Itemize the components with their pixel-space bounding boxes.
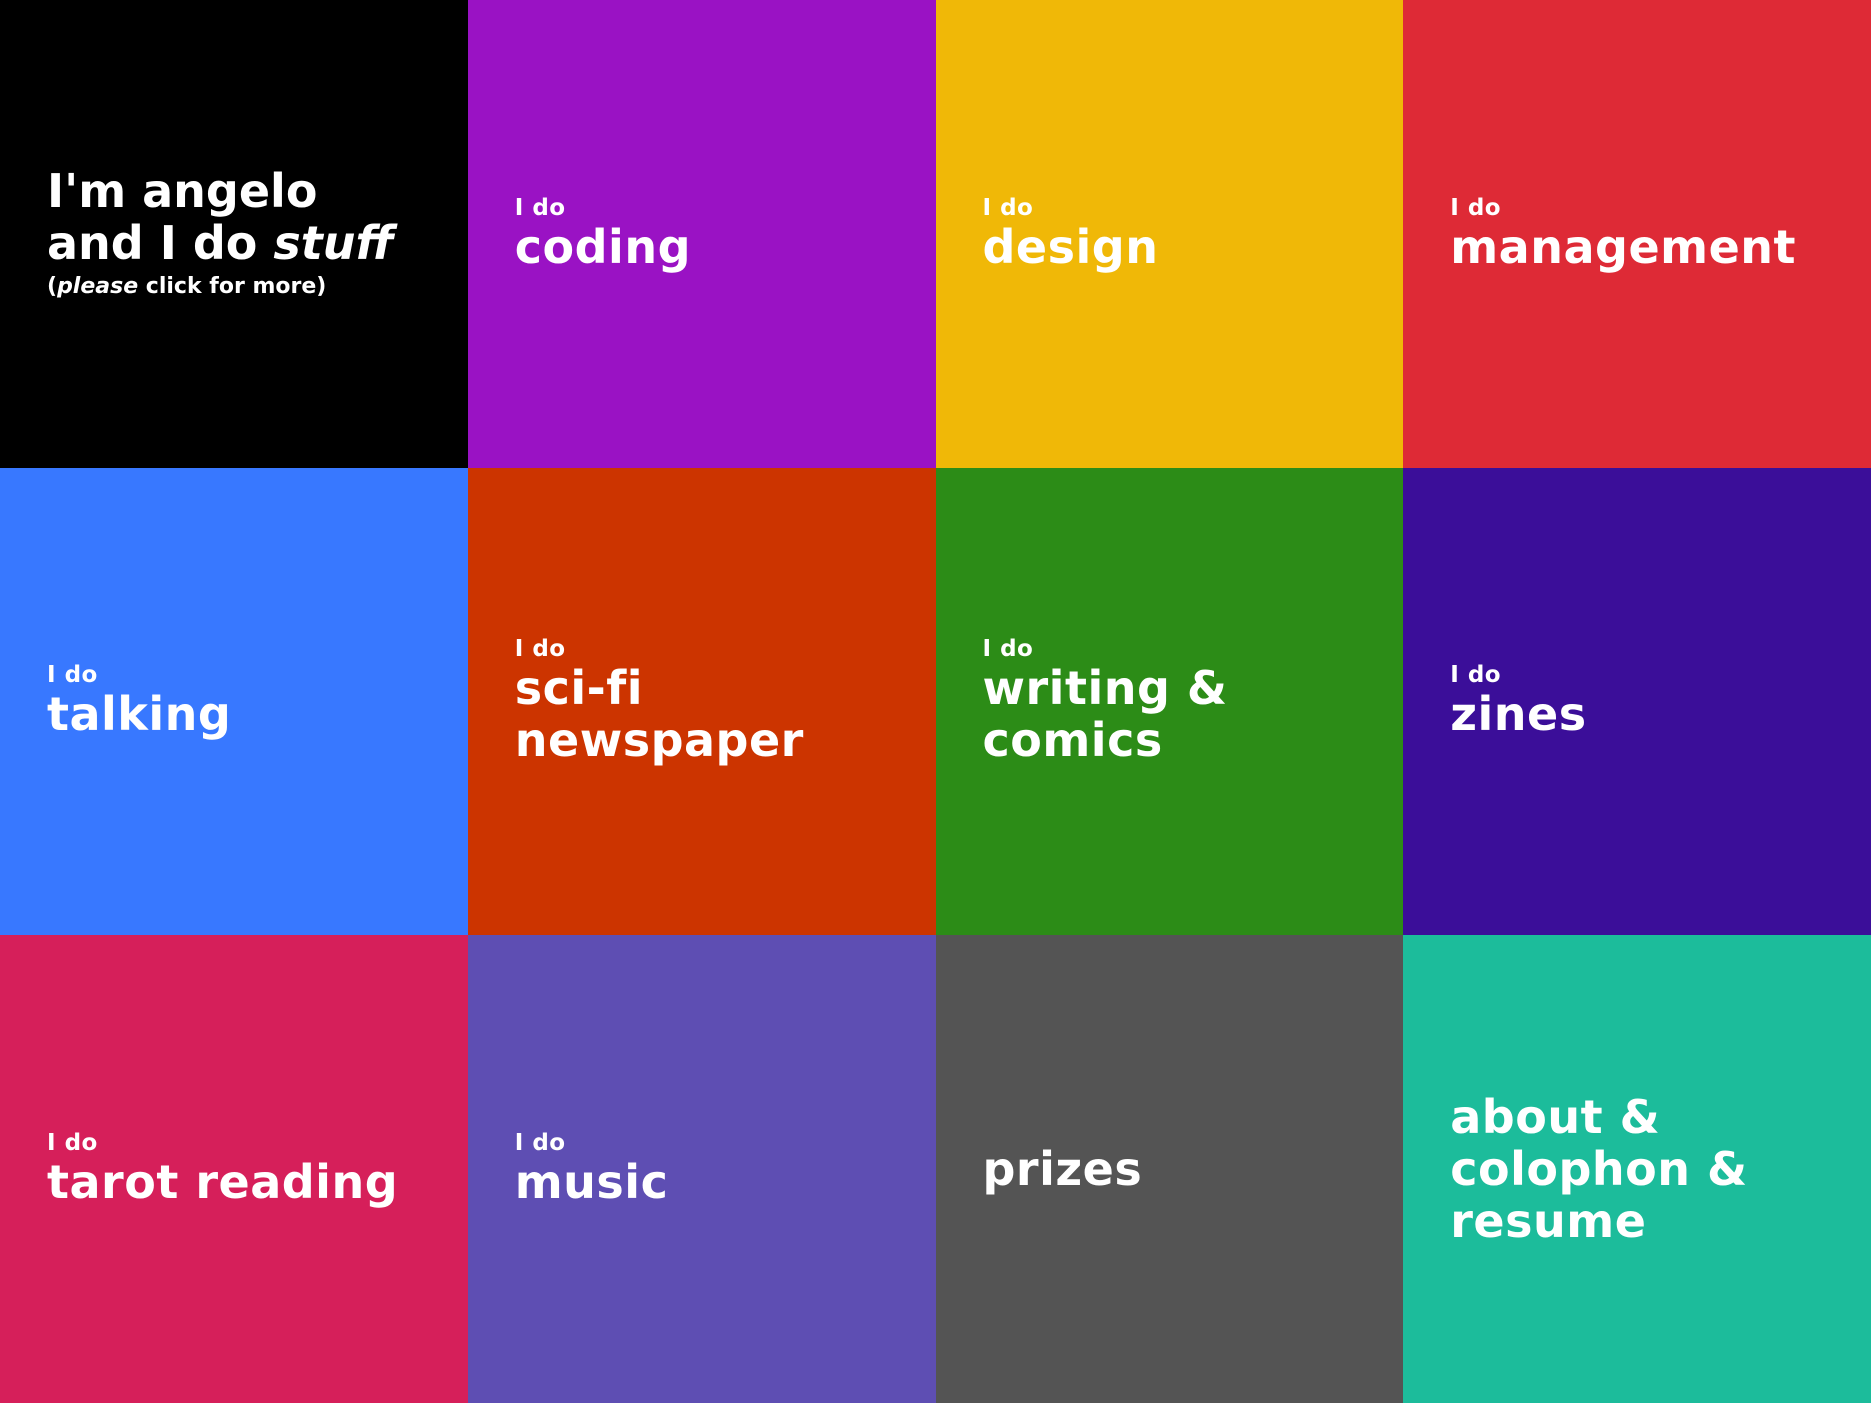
intro-subtitle-rest: click for more) xyxy=(138,273,327,299)
tile-prefix: I do xyxy=(1450,662,1502,689)
tile-prefix: I do xyxy=(982,194,1034,221)
tile-prefix: I do xyxy=(514,1130,566,1157)
intro-subtitle: (please click for more) xyxy=(47,271,448,303)
tile-prefix: I do xyxy=(1450,194,1502,221)
tile-tarot-reading[interactable]: I do tarot reading xyxy=(0,935,468,1403)
tile-label: design xyxy=(983,221,1384,273)
tile-prefix: I do xyxy=(982,636,1034,663)
tile-prefix: I do xyxy=(514,194,566,221)
tile-writing-comics[interactable]: I do writing & comics xyxy=(935,467,1404,936)
tile-label-line: management xyxy=(1450,219,1797,274)
tile-label: sci-fi newspaper xyxy=(515,662,916,766)
tile-label-line: sci-fi xyxy=(514,661,644,716)
tile-label-line: design xyxy=(982,219,1159,274)
tile-grid: I'm angelo and I do stuff (please click … xyxy=(0,0,1871,1403)
tile-label: zines xyxy=(1450,688,1851,740)
tile-about-colophon-resume[interactable]: about & colophon & resume xyxy=(1403,935,1871,1403)
tile-zines[interactable]: I do zines xyxy=(1403,467,1871,936)
tile-intro[interactable]: I'm angelo and I do stuff (please click … xyxy=(0,0,468,468)
intro-subtitle-emphasis: please xyxy=(57,273,139,299)
tile-label: tarot reading xyxy=(47,1156,448,1208)
tile-label: music xyxy=(515,1156,916,1208)
tile-label-line: tarot reading xyxy=(47,1155,399,1210)
tile-prefix: I do xyxy=(47,1130,98,1157)
tile-label-line: about & xyxy=(1450,1090,1661,1145)
tile-label-line: newspaper xyxy=(514,713,804,768)
tile-label-line: talking xyxy=(47,687,232,742)
intro-title-line2: and I do stuff xyxy=(47,217,448,269)
tile-label-line: writing & xyxy=(982,661,1228,716)
tile-design[interactable]: I do design xyxy=(935,0,1404,468)
tile-label: prizes xyxy=(983,1143,1384,1195)
tile-talking[interactable]: I do talking xyxy=(0,467,468,936)
tile-music[interactable]: I do music xyxy=(467,935,936,1403)
tile-prefix: I do xyxy=(514,636,566,663)
tile-prizes[interactable]: prizes xyxy=(935,935,1404,1403)
tile-label-line: music xyxy=(514,1155,669,1210)
tile-label-line: resume xyxy=(1450,1194,1647,1249)
tile-label-line: prizes xyxy=(982,1142,1143,1197)
tile-coding[interactable]: I do coding xyxy=(467,0,936,468)
tile-label-line: colophon & xyxy=(1450,1142,1748,1197)
tile-scifi-newspaper[interactable]: I do sci-fi newspaper xyxy=(467,467,936,936)
tile-management[interactable]: I do management xyxy=(1403,0,1871,468)
tile-label: management xyxy=(1450,221,1851,273)
tile-label-line: comics xyxy=(982,713,1163,768)
tile-label: about & colophon & resume xyxy=(1450,1091,1851,1247)
tile-label: writing & comics xyxy=(983,662,1384,766)
intro-title-emphasis: stuff xyxy=(273,215,394,270)
tile-label: talking xyxy=(47,688,448,740)
tile-label-line: zines xyxy=(1450,687,1587,742)
tile-prefix: I do xyxy=(47,662,98,689)
intro-title-line1: I'm angelo xyxy=(47,163,318,218)
tile-label-line: coding xyxy=(514,219,691,274)
intro-title-line2-start: and I do xyxy=(47,215,274,270)
intro-subtitle-open: ( xyxy=(47,273,58,299)
tile-label: coding xyxy=(515,221,916,273)
